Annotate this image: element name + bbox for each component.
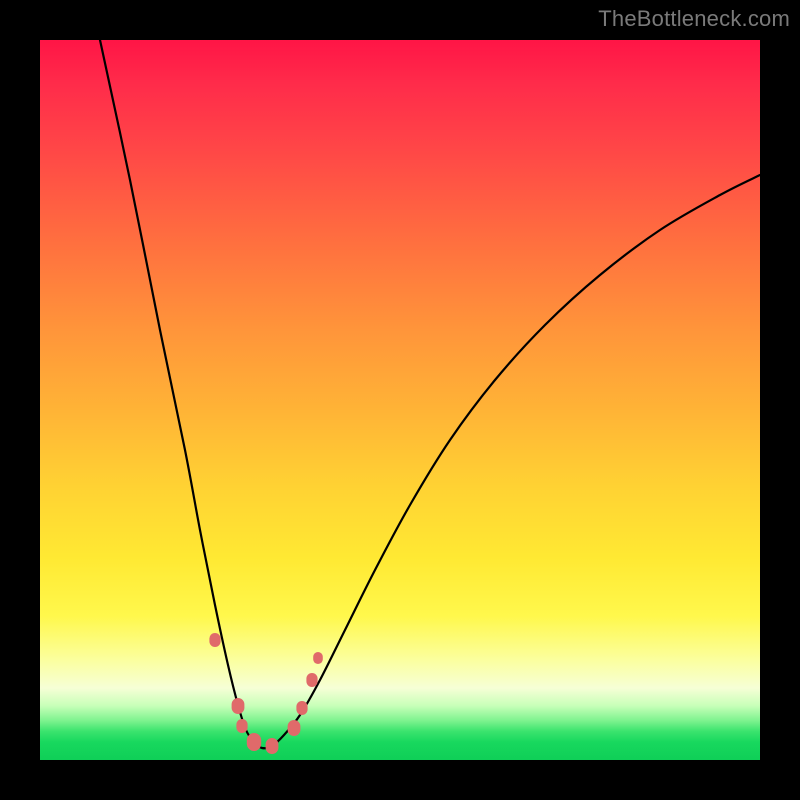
data-marker: [288, 720, 301, 736]
data-marker: [232, 698, 245, 714]
data-marker: [296, 701, 307, 715]
data-marker: [313, 652, 323, 664]
data-marker: [306, 673, 317, 687]
data-marker: [209, 633, 220, 647]
curve-svg: [40, 40, 760, 760]
data-markers: [209, 633, 322, 754]
plot-area: [40, 40, 760, 760]
data-marker: [247, 733, 261, 751]
watermark-text: TheBottleneck.com: [598, 6, 790, 32]
data-marker: [236, 719, 247, 733]
chart-frame: TheBottleneck.com: [0, 0, 800, 800]
data-marker: [266, 738, 279, 754]
bottleneck-curve: [100, 40, 760, 748]
